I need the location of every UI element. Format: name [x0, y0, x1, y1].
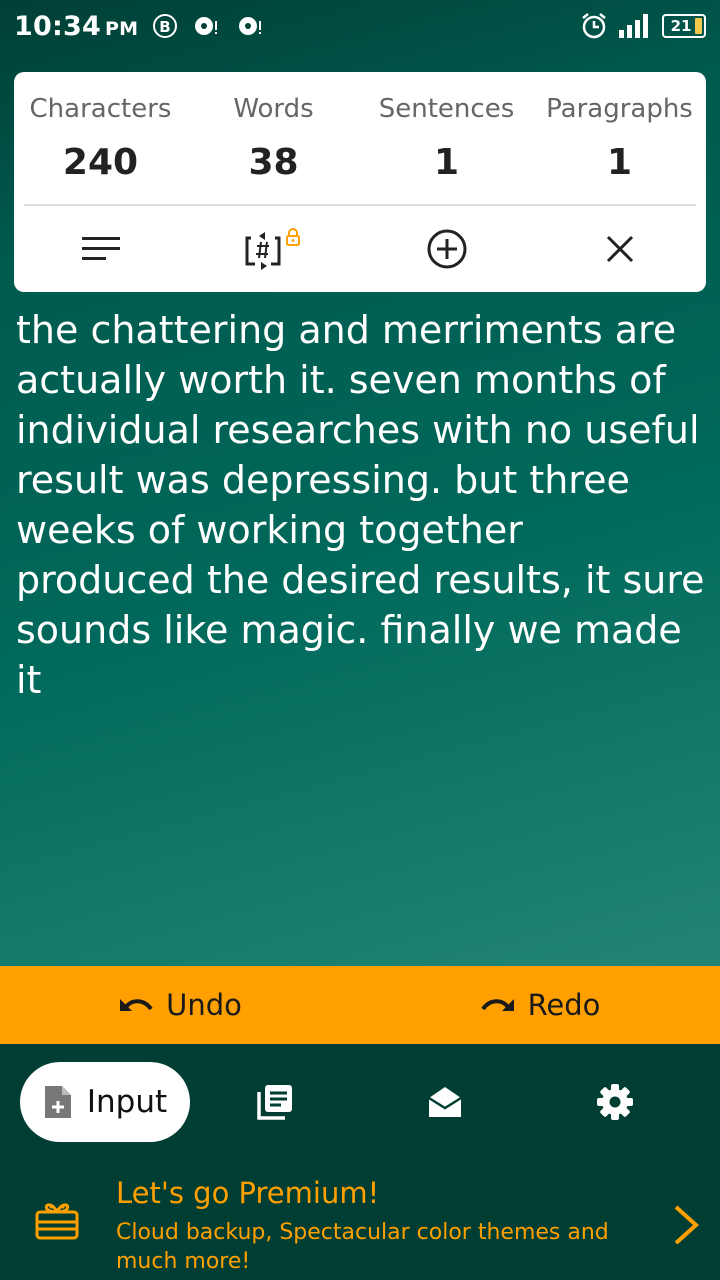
inbox-icon: [428, 1087, 462, 1117]
redo-icon: [480, 999, 514, 1011]
add-circle-icon: [427, 229, 466, 269]
status-time: 10:34 PM: [14, 10, 139, 42]
gift-icon: [35, 1203, 79, 1240]
stat-value: 240: [62, 142, 139, 183]
nav-settings-tab[interactable]: [595, 1082, 635, 1122]
hashtag-sync-icon: [245, 228, 300, 270]
stat-label: Paragraphs: [546, 94, 693, 124]
premium-text: Let's go Premium! Cloud backup, Spectacu…: [116, 1176, 656, 1276]
alarm-icon: [582, 13, 606, 39]
new-document-icon: [44, 1086, 71, 1118]
undo-label: Undo: [166, 988, 242, 1022]
editor-text[interactable]: the chattering and merriments are actual…: [16, 305, 710, 945]
battery-indicator: 21: [662, 14, 706, 38]
redo-label: Redo: [527, 988, 601, 1022]
stat-label: Sentences: [378, 94, 515, 124]
text-align-button[interactable]: [14, 206, 187, 292]
stat-label: Words: [233, 94, 314, 124]
library-icon: [257, 1085, 292, 1120]
b-badge-icon: B: [153, 14, 178, 38]
text-align-icon: [81, 237, 120, 260]
bottom-nav: Input: [0, 1062, 720, 1144]
svg-text:B: B: [159, 18, 170, 36]
premium-subtitle: Cloud backup, Spectacular color themes a…: [116, 1220, 609, 1274]
hashtag-sync-button[interactable]: [187, 206, 360, 292]
stat-characters: Characters 240: [14, 72, 187, 204]
stat-value: 1: [433, 142, 460, 183]
nav-input-label: Input: [86, 1084, 168, 1120]
nav-input-tab[interactable]: Input: [20, 1062, 190, 1142]
nav-inbox-tab[interactable]: [425, 1082, 465, 1122]
redo-button[interactable]: Redo: [360, 966, 720, 1044]
notification-icon: [195, 17, 218, 35]
tools-row: [14, 206, 706, 292]
signal-icon: [619, 14, 648, 38]
stat-paragraphs: Paragraphs 1: [533, 72, 706, 204]
add-button[interactable]: [360, 206, 533, 292]
status-bar: 10:34 PM B 21: [0, 0, 720, 52]
undo-redo-bar: Undo Redo: [0, 966, 720, 1044]
stat-sentences: Sentences 1: [360, 72, 533, 204]
nav-library-tab[interactable]: [255, 1082, 295, 1122]
settings-icon: [597, 1084, 633, 1120]
stat-label: Characters: [29, 94, 172, 124]
stats-card: Characters 240 Words 38 Sentences 1 Para…: [14, 72, 706, 292]
bottom-panel: Input Let's go Premium! Cloud backup, Sp…: [0, 1044, 720, 1280]
premium-title: Let's go Premium!: [116, 1176, 380, 1210]
close-icon: [606, 235, 633, 263]
notification-icon: [239, 17, 262, 35]
chevron-right-icon: [674, 1205, 699, 1245]
undo-button[interactable]: Undo: [0, 966, 360, 1044]
clear-button[interactable]: [533, 206, 706, 292]
stat-words: Words 38: [187, 72, 360, 204]
premium-banner[interactable]: Let's go Premium! Cloud backup, Spectacu…: [0, 1164, 720, 1280]
stat-value: 1: [606, 142, 633, 183]
undo-icon: [120, 999, 153, 1011]
stat-value: 38: [248, 142, 299, 183]
